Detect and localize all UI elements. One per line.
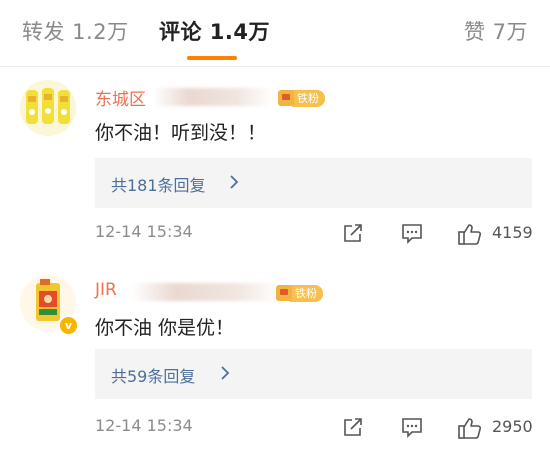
- thumbs-up-icon[interactable]: [457, 416, 483, 440]
- fan-badge-label: 铁粉: [290, 284, 323, 302]
- comment-meta: 12-14 15:34 2950: [95, 416, 533, 440]
- fan-badge: 铁粉: [276, 284, 323, 302]
- fan-badge: 铁粉: [278, 89, 325, 107]
- thumbs-up-icon[interactable]: [457, 222, 483, 246]
- like-count: 2950: [492, 417, 533, 436]
- username[interactable]: JIR: [95, 280, 117, 300]
- blurred-username-mask: [153, 88, 273, 106]
- like-count: 4159: [492, 223, 533, 242]
- repost-icon[interactable]: [342, 416, 364, 438]
- comment-time: 12-14 15:34: [95, 222, 193, 241]
- username-row: JIR 铁粉: [95, 280, 395, 306]
- chevron-right-icon: [219, 363, 231, 383]
- tab-comments[interactable]: 评论 1.4万: [159, 16, 270, 46]
- comment-icon[interactable]: [400, 416, 424, 438]
- repost-icon[interactable]: [342, 222, 364, 244]
- fan-badge-icon: [276, 285, 292, 301]
- verified-badge: v: [58, 315, 79, 336]
- comment-meta: 12-14 15:34 4159: [95, 222, 533, 246]
- username[interactable]: 东城区: [95, 85, 146, 110]
- comment-text: 你不油！听到没！！: [95, 122, 267, 144]
- blurred-username-mask: [131, 283, 281, 301]
- fan-badge-icon: [278, 90, 294, 106]
- replies-box[interactable]: 共59条回复: [95, 349, 532, 399]
- chevron-right-icon: [228, 172, 240, 192]
- replies-link[interactable]: 共181条回复: [111, 172, 206, 196]
- comment-time: 12-14 15:34: [95, 416, 193, 435]
- username-row: 东城区 铁粉: [95, 85, 395, 111]
- comment-text: 你不油 你是优！: [95, 317, 235, 339]
- replies-box[interactable]: 共181条回复: [95, 158, 532, 208]
- comment-tabs: 转发 1.2万 评论 1.4万 赞 7万: [0, 0, 550, 67]
- active-tab-indicator: [187, 56, 237, 60]
- comment-icon[interactable]: [400, 222, 424, 244]
- fan-badge-label: 铁粉: [292, 89, 325, 107]
- replies-link[interactable]: 共59条回复: [111, 363, 195, 387]
- tab-repost[interactable]: 转发 1.2万: [22, 16, 129, 46]
- avatar[interactable]: [20, 80, 76, 136]
- tab-likes[interactable]: 赞 7万: [464, 16, 528, 46]
